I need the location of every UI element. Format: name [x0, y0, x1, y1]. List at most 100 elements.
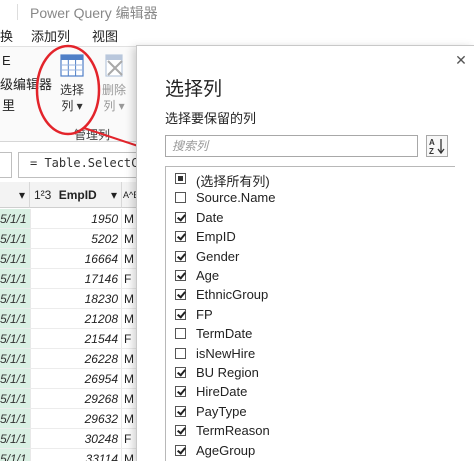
column-item-label: HireDate — [196, 384, 248, 400]
cell-date[interactable]: 5/1/1 — [0, 409, 30, 428]
ribbon-advanced-editor-label[interactable]: 级编辑器 — [0, 74, 52, 93]
column-checkbox[interactable] — [175, 425, 186, 437]
date-header-dropdown-icon[interactable]: ▾ — [19, 188, 25, 202]
column-checkbox[interactable] — [175, 444, 186, 456]
table-row[interactable]: 5/1/1 26954 M — [0, 369, 140, 389]
table-row[interactable]: 5/1/1 1950 M — [0, 209, 140, 229]
menu-item-transform[interactable]: 换 — [0, 26, 13, 45]
cell-date[interactable]: 5/1/1 — [0, 349, 30, 368]
dialog-title: 选择列 — [165, 79, 223, 100]
column-item[interactable]: TermDate — [166, 324, 454, 343]
table-row[interactable]: 5/1/1 5202 M — [0, 229, 140, 249]
column-item-label: isNewHire — [196, 345, 256, 361]
table-row[interactable]: 5/1/1 21208 M — [0, 309, 140, 329]
table-row[interactable]: 5/1/1 18230 M — [0, 289, 140, 309]
cell-date[interactable]: 5/1/1 — [0, 329, 30, 348]
cell-empid[interactable]: 26954 — [30, 369, 122, 388]
search-columns-input[interactable] — [165, 135, 418, 157]
cell-empid[interactable]: 16664 — [30, 249, 122, 268]
cell-empid[interactable]: 17146 — [30, 269, 122, 288]
column-checkbox[interactable] — [175, 289, 186, 301]
column-item[interactable]: AgeGroup — [166, 441, 454, 460]
column-checkbox[interactable] — [175, 308, 186, 320]
table-row[interactable]: 5/1/1 21544 F — [0, 329, 140, 349]
column-checkbox[interactable] — [175, 367, 186, 378]
column-item[interactable]: EmpID — [166, 227, 454, 246]
table-row[interactable]: 5/1/1 29632 M — [0, 409, 140, 429]
column-header-date[interactable]: ▾ — [0, 182, 30, 208]
column-item[interactable]: HireDate — [166, 382, 454, 401]
empid-dropdown-icon[interactable]: ▾ — [111, 188, 117, 202]
sort-button[interactable]: A Z — [426, 135, 448, 157]
ribbon-fragment-1[interactable]: E — [2, 53, 11, 68]
cell-date[interactable]: 5/1/1 — [0, 269, 30, 288]
column-checkbox[interactable] — [175, 405, 186, 417]
cell-empid[interactable]: 21208 — [30, 309, 122, 328]
select-all-checkbox[interactable] — [175, 173, 186, 184]
table-row[interactable]: 5/1/1 26228 M — [0, 349, 140, 369]
column-header-empid[interactable]: 1²3 EmpID ▾ — [30, 182, 122, 208]
dialog-subtitle: 选择要保留的列 — [165, 111, 257, 126]
column-checkbox[interactable] — [175, 347, 186, 359]
column-item-label: AgeGroup — [196, 442, 256, 458]
column-item[interactable]: Source.Name — [166, 188, 454, 207]
column-item[interactable]: PayType — [166, 402, 454, 421]
cell-date[interactable]: 5/1/1 — [0, 309, 30, 328]
column-checkbox[interactable] — [175, 192, 186, 204]
column-item-label: Gender — [196, 248, 240, 264]
cell-empid[interactable]: 29268 — [30, 389, 122, 408]
column-checkbox[interactable] — [175, 270, 186, 281]
cell-empid[interactable]: 26228 — [30, 349, 122, 368]
formula-bar-left-box[interactable] — [0, 152, 12, 178]
cell-date[interactable]: 5/1/1 — [0, 229, 30, 248]
cell-empid[interactable]: 18230 — [30, 289, 122, 308]
column-item[interactable]: isNewHire — [166, 344, 454, 363]
cell-empid[interactable]: 1950 — [30, 209, 122, 228]
menu-bar: 换 添加列 视图 — [0, 24, 474, 46]
table-row[interactable]: 5/1/1 17146 F — [0, 269, 140, 289]
column-checkbox[interactable] — [175, 231, 186, 243]
cell-empid[interactable]: 5202 — [30, 229, 122, 248]
column-item[interactable]: Age — [166, 266, 454, 285]
cell-date[interactable]: 5/1/1 — [0, 429, 30, 448]
column-item[interactable]: BU Region — [166, 363, 454, 382]
column-checkbox[interactable] — [175, 250, 186, 262]
table-row[interactable]: 5/1/1 33114 M — [0, 449, 140, 461]
close-icon[interactable]: ✕ — [453, 52, 469, 68]
column-checkbox[interactable] — [175, 211, 186, 223]
column-item-label: EmpID — [196, 229, 236, 245]
table-row[interactable]: 5/1/1 29268 M — [0, 389, 140, 409]
title-bar: Power Query 编辑器 — [0, 0, 474, 24]
cell-empid[interactable]: 21544 — [30, 329, 122, 348]
column-checkbox[interactable] — [175, 328, 186, 340]
table-row[interactable]: 5/1/1 30248 F — [0, 429, 140, 449]
menu-item-add-column[interactable]: 添加列 — [31, 26, 70, 45]
ribbon-fragment-3[interactable]: 里 — [2, 95, 15, 114]
remove-columns-button[interactable]: 删除 列 ▾ — [94, 53, 134, 114]
remove-columns-label-1: 删除 — [101, 83, 126, 97]
select-all-item[interactable]: (选择所有列) — [166, 169, 454, 189]
column-item[interactable]: TermReason — [166, 421, 454, 440]
column-item[interactable]: FP — [166, 305, 454, 324]
cell-date[interactable]: 5/1/1 — [0, 249, 30, 268]
column-item-label: EthnicGroup — [196, 287, 269, 303]
column-item[interactable]: Gender — [166, 247, 454, 266]
cell-date[interactable]: 5/1/1 — [0, 389, 30, 408]
column-checkbox[interactable] — [175, 386, 186, 398]
cell-date[interactable]: 5/1/1 — [0, 449, 30, 461]
cell-empid[interactable]: 29632 — [30, 409, 122, 428]
choose-columns-button[interactable]: 选择 列 ▾ — [52, 53, 92, 114]
cell-empid[interactable]: 30248 — [30, 429, 122, 448]
column-item[interactable]: EthnicGroup — [166, 285, 454, 304]
remove-columns-label-2: 列 ▾ — [103, 99, 125, 113]
cell-date[interactable]: 5/1/1 — [0, 369, 30, 388]
cell-date[interactable]: 5/1/1 — [0, 209, 30, 228]
table-row[interactable]: 5/1/1 16664 M — [0, 249, 140, 269]
column-item-label: FP — [196, 306, 213, 322]
cell-date[interactable]: 5/1/1 — [0, 289, 30, 308]
manage-columns-group-label: 管理列 — [74, 128, 111, 142]
column-item[interactable]: Date — [166, 208, 454, 227]
menu-item-view[interactable]: 视图 — [92, 26, 118, 45]
column-item-label: (选择所有列) — [196, 174, 270, 189]
cell-empid[interactable]: 33114 — [30, 449, 122, 461]
